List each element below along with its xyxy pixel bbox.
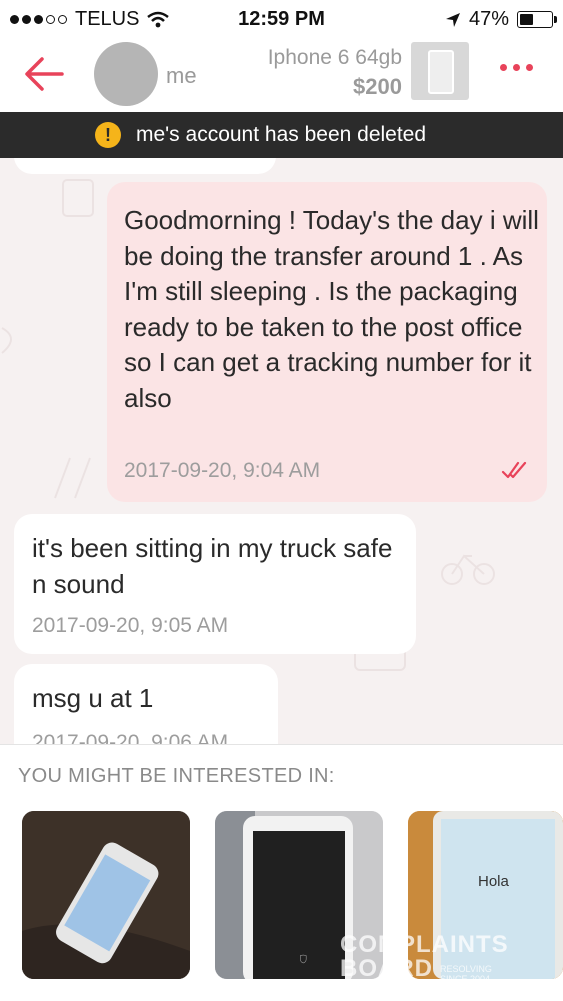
- phone-photo: [22, 811, 190, 979]
- message-timestamp: 2017-09-20, 9:04 AM: [124, 459, 321, 482]
- suggested-item-card[interactable]: [22, 811, 190, 979]
- watermark-tagline: RESOLVING SINCE 2004: [440, 964, 492, 984]
- message-timestamp: 2017-09-20, 9:06 AM: [32, 731, 229, 744]
- item-thumbnail[interactable]: [411, 42, 469, 100]
- avatar[interactable]: [94, 42, 158, 106]
- account-deleted-banner: ! me's account has been deleted: [0, 112, 563, 158]
- item-title[interactable]: Iphone 6 64gb: [268, 46, 402, 70]
- chat-header: me Iphone 6 64gb $200: [0, 38, 563, 112]
- banner-text: me's account has been deleted: [136, 123, 427, 146]
- warning-icon: !: [95, 122, 121, 148]
- screen-greeting: Hola: [478, 873, 509, 890]
- status-right: 47%: [445, 8, 557, 31]
- bicycle-doodle-icon: [441, 554, 495, 585]
- location-arrow-icon: [445, 12, 460, 27]
- username[interactable]: me: [166, 63, 197, 89]
- message-text: it's been sitting in my truck safe n sou…: [32, 533, 393, 599]
- watermark-shield-icon: [300, 954, 307, 964]
- status-bar: TELUS 12:59 PM 47%: [0, 0, 563, 38]
- item-price: $200: [353, 74, 402, 99]
- message-timestamp: 2017-09-20, 9:05 AM: [32, 614, 229, 637]
- received-message-bubble[interactable]: msg u at 1 2017-09-20, 9:06 AM: [14, 664, 278, 744]
- background-doodle-icon: [54, 457, 91, 499]
- background-doodle-icon: [1, 327, 12, 354]
- background-doodle-icon: [62, 179, 94, 217]
- sent-message-bubble[interactable]: Goodmorning ! Today's the day i will be …: [107, 182, 547, 502]
- phone-image: [428, 50, 454, 94]
- battery-fill: [520, 14, 533, 25]
- more-options-icon[interactable]: [500, 64, 533, 71]
- previous-message-bubble: [14, 158, 276, 174]
- received-message-bubble[interactable]: it's been sitting in my truck safe n sou…: [14, 514, 416, 654]
- suggestions-label: YOU MIGHT BE INTERESTED IN:: [18, 765, 335, 787]
- battery-percent: 47%: [468, 8, 509, 30]
- chat-thread[interactable]: Goodmorning ! Today's the day i will be …: [0, 158, 563, 744]
- double-check-icon: [501, 461, 527, 479]
- battery-icon: [517, 11, 557, 28]
- message-text: Goodmorning ! Today's the day i will be …: [124, 205, 539, 413]
- back-arrow-icon[interactable]: [22, 54, 66, 94]
- message-text: msg u at 1: [32, 683, 154, 713]
